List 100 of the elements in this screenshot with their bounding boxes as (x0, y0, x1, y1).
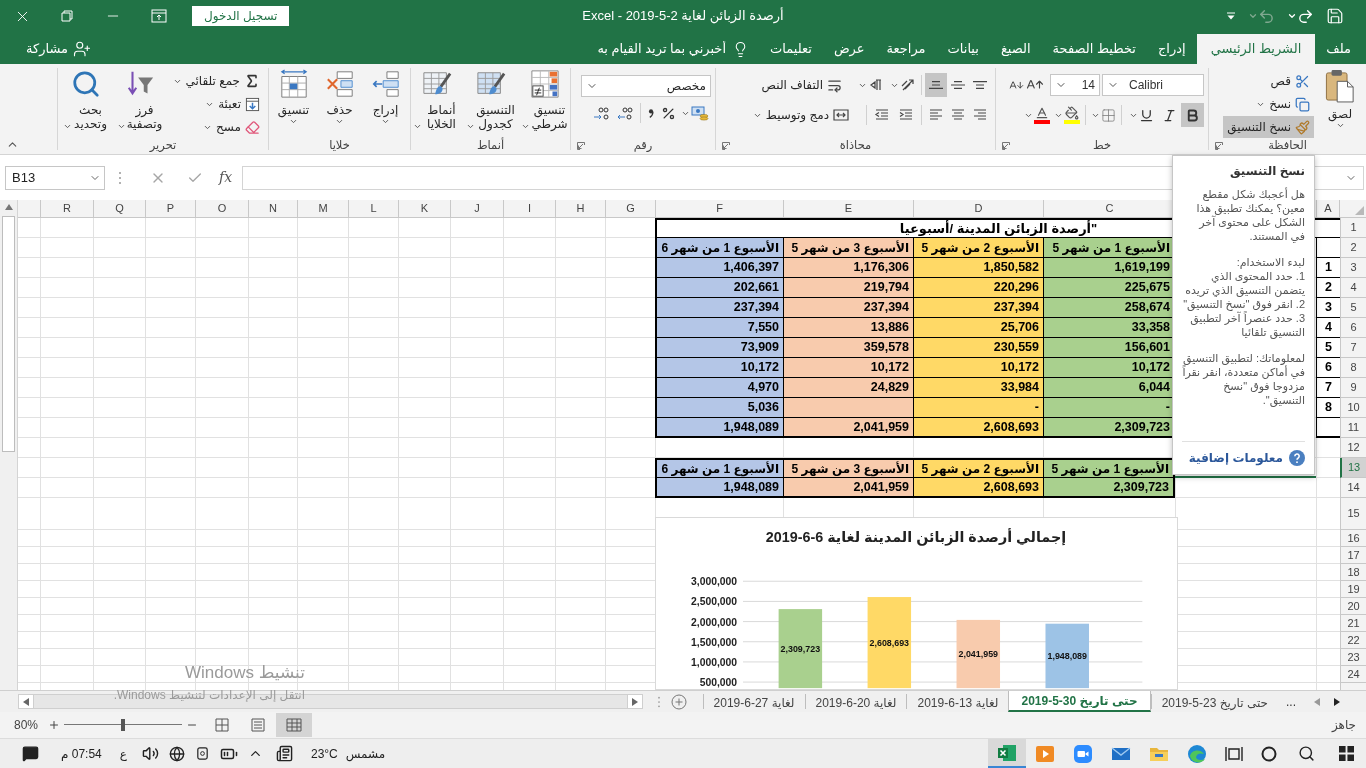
more-sheets-button[interactable]: ... (1278, 691, 1304, 712)
column-header[interactable]: D (913, 200, 1043, 217)
row-header[interactable]: 9 (1340, 378, 1366, 398)
windows-logo-icon[interactable] (1338, 746, 1354, 761)
temperature-text[interactable]: 23°C (300, 739, 338, 768)
ribbon-tab[interactable]: إدراج (1146, 34, 1197, 64)
insert-function-button[interactable]: fx (219, 167, 233, 188)
view-button[interactable] (276, 713, 313, 737)
row-header[interactable]: 8 (1340, 358, 1366, 378)
corner-arrow-icon[interactable] (1002, 142, 1010, 150)
row-header[interactable]: 13 (1340, 458, 1366, 478)
row-header[interactable]: 7 (1340, 338, 1366, 358)
row-header[interactable]: 17 (1340, 547, 1366, 564)
row-header[interactable]: 23 (1340, 649, 1366, 666)
row-header[interactable]: 10 (1340, 398, 1366, 418)
row-header[interactable]: 3 (1340, 258, 1366, 278)
taskbar-button[interactable] (988, 739, 1026, 768)
vertical-align-button[interactable] (925, 73, 947, 97)
row-header[interactable]: 4 (1340, 278, 1366, 298)
search-icon[interactable] (1297, 745, 1315, 762)
fill-button[interactable]: تعبئة (168, 93, 264, 115)
row-header[interactable]: 20 (1340, 598, 1366, 615)
ribbon-tab[interactable]: تعليمات (759, 34, 823, 64)
save-icon[interactable] (1326, 7, 1344, 25)
row-header[interactable]: 18 (1340, 564, 1366, 581)
language-indicator[interactable]: ع (109, 739, 137, 768)
plus-icon[interactable] (48, 719, 61, 731)
column-header[interactable]: P (145, 200, 195, 217)
more-info-link[interactable]: معلومات إضافية (1188, 451, 1283, 465)
ring-icon[interactable] (1261, 745, 1277, 762)
ribbon-tab[interactable]: عرض (822, 34, 876, 64)
task-view-icon[interactable] (1225, 745, 1243, 762)
row-header[interactable]: 12 (1340, 438, 1366, 458)
row-header[interactable]: 24 (1340, 666, 1366, 683)
ribbon-tab[interactable]: الصيغ (989, 34, 1042, 64)
column-header[interactable]: A (1316, 200, 1340, 217)
scroll-left-icon[interactable] (23, 697, 29, 706)
ribbon-tab[interactable]: بيانات (936, 34, 990, 64)
triangle-left-icon[interactable] (1314, 697, 1320, 706)
paste-button[interactable]: لصق (1318, 67, 1362, 135)
column-header[interactable]: N (248, 200, 297, 217)
copy-button[interactable]: نسخ (1223, 93, 1314, 115)
zoom-slider[interactable] (64, 719, 183, 731)
sheet-tab[interactable]: لغاية 20-6-2019 (804, 694, 907, 709)
column-header[interactable]: M (297, 200, 348, 217)
clock-time[interactable]: 07:54 م (53, 739, 110, 768)
wrap-text-button[interactable]: التفاف النص (757, 76, 846, 94)
slider-thumb[interactable] (121, 719, 126, 731)
dropdown-arrow-icon[interactable] (1226, 11, 1236, 21)
share-button[interactable]: مشاركة (0, 34, 91, 64)
box-arrow-up-icon[interactable] (151, 9, 167, 23)
name-box[interactable]: B13 (5, 165, 105, 190)
sign-in-button[interactable]: تسجيل الدخول (192, 6, 290, 26)
column-header[interactable]: J (450, 200, 503, 217)
caret-icon[interactable] (1287, 11, 1297, 21)
scroll-up-icon[interactable] (4, 204, 13, 210)
ribbon-tab[interactable]: الشريط الرئيسي (1196, 34, 1316, 64)
find-select-button[interactable]: بحث وتحديد (60, 67, 111, 135)
sort-filter-button[interactable]: فرز وتصفية (114, 67, 165, 135)
redo-icon[interactable] (1297, 7, 1314, 25)
weather-text[interactable]: مشمس (337, 739, 386, 768)
sheet-tab[interactable]: لغاية 27-6-2019 (702, 694, 805, 709)
camera-icon[interactable] (194, 746, 210, 761)
format-cells-button[interactable]: تنسيق (273, 67, 314, 135)
triangle-right-icon[interactable] (1334, 697, 1340, 706)
column-header[interactable]: K (398, 200, 450, 217)
merge-center-button[interactable]: دمج وتوسيط (748, 106, 853, 124)
column-header[interactable]: G (605, 200, 655, 217)
column-header[interactable]: H (555, 200, 605, 217)
number-format-field[interactable]: مخصص (581, 75, 711, 97)
row-header[interactable]: 16 (1340, 530, 1366, 547)
zoom-level[interactable]: 80% (14, 716, 39, 734)
newspaper-icon[interactable] (275, 745, 293, 762)
column-header[interactable]: Q (93, 200, 145, 217)
corner-arrow-icon[interactable] (1215, 142, 1223, 150)
column-header[interactable]: L (348, 200, 398, 217)
row-header[interactable]: 14 (1340, 478, 1366, 498)
ribbon-tab[interactable]: تخطيط الصفحة (1041, 34, 1147, 64)
scroll-right-icon[interactable] (631, 697, 638, 706)
row-header[interactable]: 11 (1340, 418, 1366, 438)
undo-icon[interactable] (1258, 7, 1275, 25)
row-header[interactable]: 19 (1340, 581, 1366, 598)
clear-button[interactable]: مسح (168, 116, 264, 138)
plus-circle-icon[interactable] (670, 693, 687, 710)
font-name-field[interactable]: Calibri (1102, 74, 1204, 96)
column-header[interactable]: F (655, 200, 783, 217)
ribbon-tab[interactable]: مراجعة (875, 34, 937, 64)
column-header[interactable]: E (783, 200, 913, 217)
row-header[interactable]: 5 (1340, 298, 1366, 318)
format-as-table-button[interactable]: التنسيق كجدول (464, 67, 517, 135)
column-header[interactable]: I (503, 200, 555, 217)
font-size-field[interactable]: 14 (1050, 74, 1100, 96)
globe-icon[interactable] (168, 745, 185, 762)
autosum-button[interactable]: جمع تلقائي (168, 70, 264, 92)
format-painter-button[interactable]: نسخ التنسيق (1223, 116, 1314, 138)
insert-cells-button[interactable]: إدراج (365, 67, 406, 135)
row-header[interactable]: 1 (1340, 218, 1366, 238)
sheet-tab[interactable]: لغاية 13-6-2019 (906, 694, 1009, 709)
sheet-tab[interactable]: حتى تاريخ 30-5-2019 (1008, 691, 1151, 712)
cut-button[interactable]: قص (1223, 70, 1314, 92)
